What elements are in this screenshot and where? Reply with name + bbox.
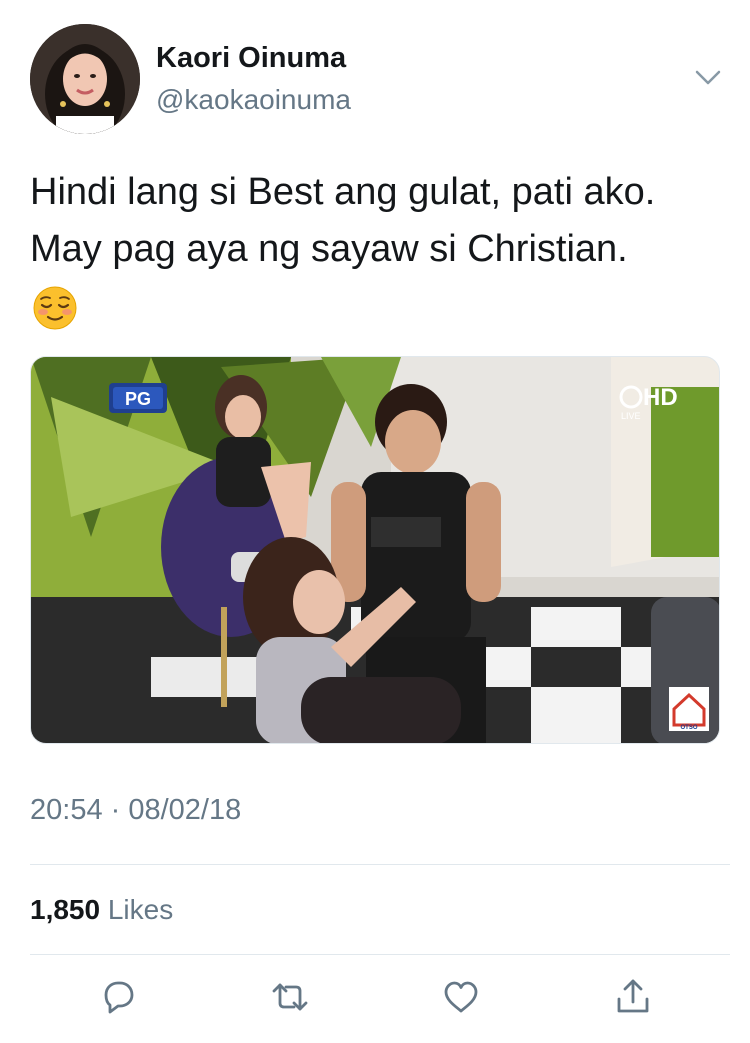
avatar[interactable]: [30, 24, 140, 134]
likes-label: Likes: [107, 894, 174, 925]
channel-badge: HD: [643, 384, 678, 411]
media-image: PG HD LIVE OTSO: [31, 357, 719, 743]
display-name[interactable]: Kaori Oinuma: [156, 42, 346, 75]
divider: [30, 864, 730, 865]
chevron-down-icon[interactable]: [694, 68, 722, 88]
show-badge: OTSO: [680, 725, 697, 731]
like-icon[interactable]: [439, 976, 483, 1018]
live-label: LIVE: [621, 411, 641, 421]
retweet-icon[interactable]: [268, 976, 312, 1018]
tweet-timestamp[interactable]: 20:54 · 08/02/18: [30, 794, 241, 827]
likes-stat[interactable]: 1,850 Likes: [30, 894, 173, 926]
tweet-media[interactable]: PG HD LIVE OTSO: [30, 356, 720, 744]
divider: [30, 954, 730, 955]
tweet-text: Hindi lang si Best ang gulat, pati ako. …: [30, 171, 656, 270]
relieved-face-icon: [33, 286, 77, 330]
rating-badge: PG: [125, 389, 151, 409]
avatar-image: [30, 24, 140, 134]
likes-count: 1,850: [30, 894, 101, 925]
share-icon[interactable]: [611, 976, 655, 1018]
user-handle[interactable]: @kaokaoinuma: [156, 84, 351, 116]
reply-icon[interactable]: [96, 976, 140, 1018]
